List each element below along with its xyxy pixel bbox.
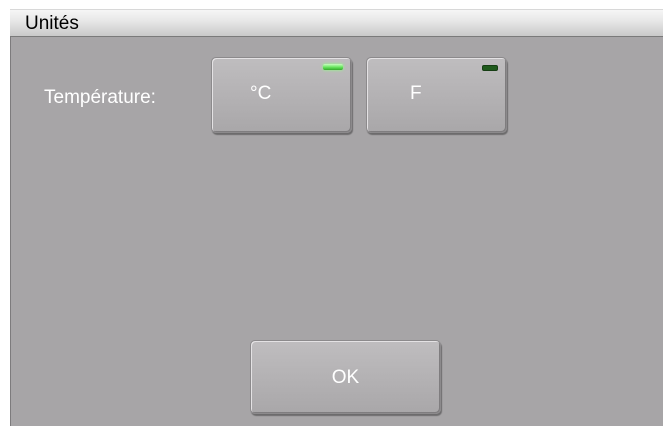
ok-button[interactable]: OK xyxy=(250,340,441,414)
celsius-button-label: °C xyxy=(250,83,272,104)
celsius-button[interactable]: °C xyxy=(211,57,352,133)
unselected-indicator-led xyxy=(482,65,498,71)
fahrenheit-button-label: F xyxy=(410,83,422,104)
ok-button-label: OK xyxy=(331,367,360,388)
window-title: Unités xyxy=(25,13,79,34)
dialog-body: Température: °C F OK xyxy=(10,37,663,426)
title-bar: Unités xyxy=(10,9,663,37)
units-dialog: Unités Température: °C F OK xyxy=(0,0,663,426)
fahrenheit-button[interactable]: F xyxy=(366,57,507,133)
temperature-label: Température: xyxy=(44,87,156,108)
selected-indicator-led xyxy=(323,64,343,70)
